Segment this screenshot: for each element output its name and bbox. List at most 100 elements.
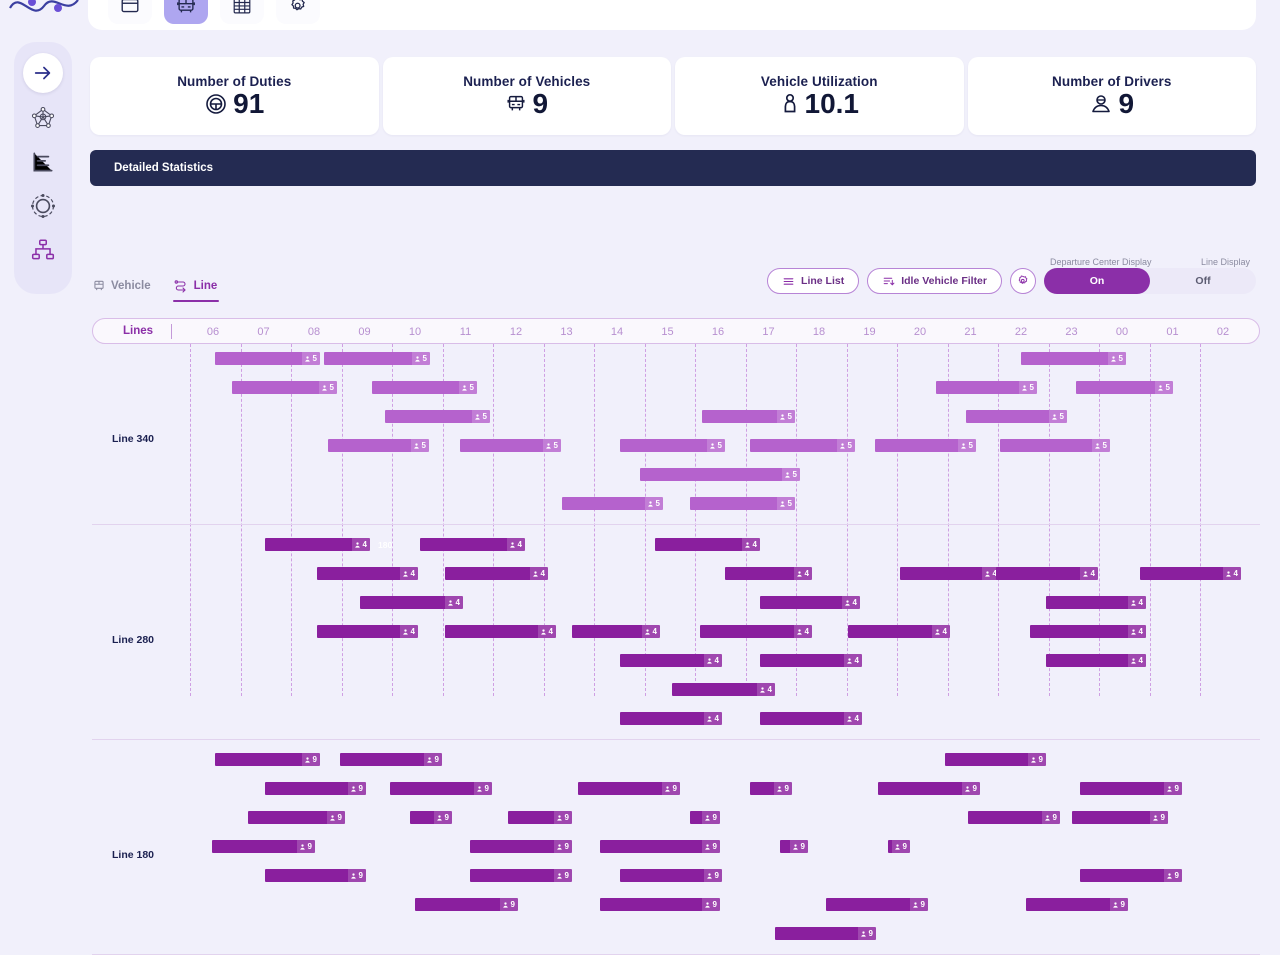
gantt-bar[interactable]: 4 [996, 567, 1098, 580]
kpi-value: 10.1 [804, 88, 860, 119]
gantt-bar[interactable]: 4 [445, 567, 548, 580]
gantt-bar[interactable]: 9 [470, 840, 572, 853]
gantt-bar[interactable]: 5 [385, 410, 490, 423]
gantt-bar[interactable]: 5 [1000, 439, 1110, 452]
driver-count: 4 [540, 569, 545, 578]
gantt-bar[interactable]: 5 [695, 468, 800, 481]
gantt-bar[interactable]: 4 [1140, 567, 1241, 580]
tab-vehicle[interactable] [164, 0, 208, 24]
gantt-bar[interactable]: 9 [620, 869, 722, 882]
app-logo [9, 0, 79, 12]
tab-window[interactable] [108, 0, 152, 24]
idle-vehicle-filter-button[interactable]: Idle Vehicle Filter [867, 268, 1002, 294]
gantt-bar[interactable]: 9 [470, 869, 572, 882]
sidebar-item-statistics[interactable] [23, 142, 63, 182]
gantt-bar[interactable]: 9 [945, 753, 1046, 766]
gantt-bar[interactable]: 9 [826, 898, 928, 911]
gantt-bar[interactable]: 5 [215, 352, 320, 365]
gantt-bar[interactable]: 4 [1030, 625, 1146, 638]
gantt-bar[interactable]: 9 [600, 840, 720, 853]
gantt-bar[interactable]: 5 [328, 439, 429, 452]
gantt-bar[interactable]: 4 [317, 567, 418, 580]
driver-count: 9 [920, 900, 925, 909]
gantt-bar[interactable]: 9 [600, 898, 720, 911]
gantt-bar[interactable]: 9 [578, 782, 680, 795]
gantt-bar[interactable]: 9 [265, 782, 366, 795]
gantt-bar[interactable]: 4 [572, 625, 660, 638]
toggle-option-off[interactable]: Off [1150, 268, 1256, 294]
sidebar-item-hierarchy[interactable] [23, 230, 63, 270]
gantt-body[interactable]: 55555555555555555555Line 340418044444444… [92, 344, 1260, 955]
toggle-option-on[interactable]: On [1044, 268, 1150, 294]
gantt-bar[interactable]: 9 [1026, 898, 1128, 911]
gantt-bar[interactable]: 9 [1080, 869, 1182, 882]
gantt-bar[interactable]: 4 [655, 538, 760, 551]
sidebar-item-collapse-expand[interactable] [23, 53, 63, 93]
gantt-bar[interactable]: 5 [620, 439, 725, 452]
sidebar-item-optimization[interactable] [23, 186, 63, 226]
gantt-gridline [745, 344, 747, 696]
gantt-bar[interactable]: 9 [340, 753, 442, 766]
gantt-bar-driver-badge: 4 [351, 538, 370, 551]
gantt-bar-driver-badge: 5 [776, 410, 795, 423]
gantt-bar[interactable]: 9 [968, 811, 1060, 824]
gantt-bar[interactable]: 5 [324, 352, 430, 365]
gantt-bar[interactable]: 9 [888, 840, 910, 853]
tab-vehicle-view[interactable]: Vehicle [92, 278, 151, 302]
gantt-bar[interactable]: 9 [1072, 811, 1168, 824]
gantt-bar[interactable]: 5 [875, 439, 976, 452]
gantt-bar[interactable]: 5 [372, 381, 477, 394]
gantt-bar[interactable]: 4 [620, 712, 722, 725]
gantt-bar[interactable]: 4 [725, 567, 812, 580]
gantt-bar[interactable]: 4 [760, 654, 862, 667]
gantt-bar[interactable]: 5 [1076, 381, 1173, 394]
gantt-bar[interactable]: 9 [775, 927, 876, 940]
gantt-bar[interactable]: 5 [936, 381, 1037, 394]
gantt-bar[interactable]: 5 [702, 410, 795, 423]
gantt-bar[interactable]: 9 [410, 811, 452, 824]
gantt-bar[interactable]: 4 [620, 654, 722, 667]
tab-table[interactable] [220, 0, 264, 24]
gantt-bar[interactable]: 4 [360, 596, 463, 609]
gantt-bar[interactable]: 9 [690, 811, 720, 824]
gantt-bar[interactable]: 4 [420, 538, 525, 551]
gantt-bar[interactable]: 9 [212, 840, 315, 853]
gantt-bar[interactable]: 9 [265, 869, 366, 882]
tab-settings[interactable] [276, 0, 320, 24]
gantt-bar[interactable]: 4 [760, 596, 860, 609]
gantt-bar[interactable]: 9 [1080, 782, 1182, 795]
gantt-bar[interactable]: 5 [966, 410, 1067, 423]
gantt-bar[interactable]: 4 [900, 567, 1000, 580]
gantt-bar[interactable]: 4 [265, 538, 370, 551]
gantt-bar[interactable]: 4 [760, 712, 862, 725]
detailed-statistics-banner[interactable]: Detailed Statistics [90, 150, 1256, 186]
kpi-title: Number of Duties [177, 74, 292, 89]
sidebar-item-network[interactable] [23, 98, 63, 138]
gantt-bar[interactable]: 5 [460, 439, 561, 452]
gantt-bar[interactable]: 4 [1046, 596, 1146, 609]
gantt-bar[interactable]: 9 [215, 753, 320, 766]
gantt-bar[interactable]: 4 [317, 625, 418, 638]
gantt-bar[interactable]: 9 [508, 811, 572, 824]
gantt-bar[interactable]: 9 [415, 898, 518, 911]
gantt-bar[interactable]: 9 [390, 782, 492, 795]
tab-line-view[interactable]: Line [172, 278, 219, 302]
gantt-bar-driver-badge: 4 [1222, 567, 1241, 580]
gantt-bar[interactable]: 4 [672, 683, 775, 696]
gantt-bar[interactable]: 9 [878, 782, 980, 795]
gantt-bar[interactable]: 9 [248, 811, 345, 824]
gantt-bar[interactable]: 9 [780, 840, 808, 853]
gantt-bar[interactable]: 4 [445, 625, 556, 638]
gantt-bar[interactable]: 9 [750, 782, 792, 795]
gantt-bar[interactable]: 5 [232, 381, 337, 394]
gantt-bar[interactable]: 5 [1021, 352, 1126, 365]
gantt-bar[interactable]: 5 [750, 439, 855, 452]
driver-count: 5 [1059, 412, 1064, 421]
gantt-bar[interactable]: 5 [562, 497, 663, 510]
gantt-bar[interactable]: 4 [700, 625, 812, 638]
gantt-bar[interactable]: 4 [848, 625, 950, 638]
line-list-button[interactable]: Line List [767, 268, 860, 294]
gantt-settings-button[interactable] [1010, 268, 1036, 294]
gantt-bar[interactable]: 4 [1046, 654, 1146, 667]
gantt-bar[interactable]: 5 [690, 497, 795, 510]
